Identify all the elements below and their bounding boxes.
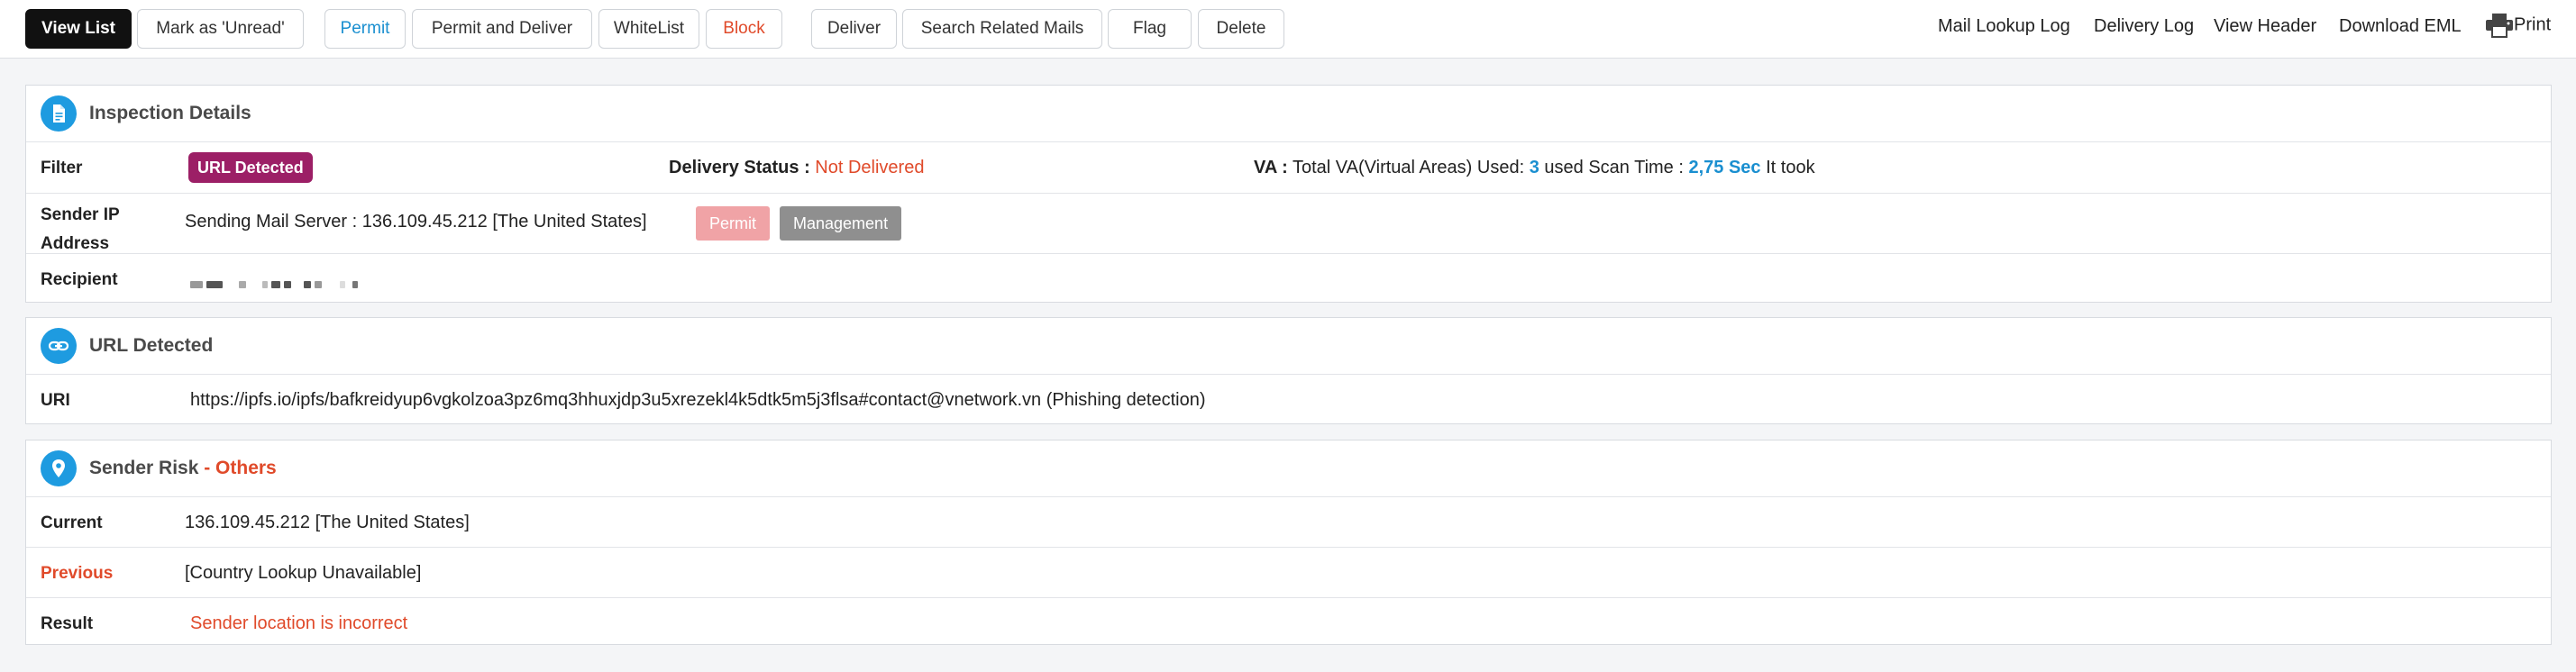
sending-mail-server: Sending Mail Server : 136.109.45.212 [Th… — [185, 212, 647, 232]
document-icon — [41, 95, 77, 132]
print-link[interactable]: Print — [2485, 13, 2551, 38]
block-button[interactable]: Block — [706, 9, 782, 49]
current-value: 136.109.45.212 [The United States] — [185, 513, 470, 532]
uri-row: URI https://ipfs.io/ipfs/bafkreidyup6vgk… — [26, 375, 2551, 425]
permit-button[interactable]: Permit — [324, 9, 406, 49]
inspection-details-panel: Inspection Details Filter URL Detected D… — [25, 85, 2552, 303]
sender-risk-title-text: Sender Risk — [89, 458, 199, 478]
delivery-status-value: Not Delivered — [815, 158, 925, 177]
va-count: 3 — [1529, 158, 1539, 177]
uri-value: https://ipfs.io/ipfs/bafkreidyup6vgkolzo… — [190, 390, 1206, 410]
recipient-row: Recipient — [26, 254, 2551, 304]
deliver-button[interactable]: Deliver — [811, 9, 897, 49]
url-detected-badge: URL Detected — [188, 152, 313, 183]
sender-ip-label-line1: Sender IP — [41, 205, 120, 224]
current-row: Current 136.109.45.212 [The United State… — [26, 497, 2551, 548]
previous-value: [Country Lookup Unavailable] — [185, 563, 422, 583]
filter-row: Filter URL Detected Delivery Status : No… — [26, 142, 2551, 194]
sender-permit-button[interactable]: Permit — [696, 206, 771, 241]
delivery-status-label: Delivery Status : — [669, 158, 810, 177]
inspection-details-header: Inspection Details — [26, 86, 2551, 142]
sender-risk-title: Sender Risk - Others — [89, 458, 277, 479]
sender-risk-title-suffix: - Others — [198, 458, 277, 478]
sender-ip-label-line2: Address — [41, 234, 110, 253]
printer-icon — [2486, 14, 2513, 38]
toolbar: View List Mark as 'Unread' Permit Permit… — [0, 0, 2576, 59]
whitelist-button[interactable]: WhiteList — [598, 9, 699, 49]
sender-ip-row: Sender IP Address Sending Mail Server : 1… — [26, 194, 2551, 254]
sender-ip-label: Sender IP Address — [41, 201, 120, 259]
location-pin-icon — [41, 450, 77, 486]
va-text-3: It took — [1766, 158, 1815, 177]
link-icon — [41, 328, 77, 364]
delete-button[interactable]: Delete — [1198, 9, 1284, 49]
view-header-link[interactable]: View Header — [2214, 16, 2316, 37]
delivery-status: Delivery Status : Not Delivered — [669, 158, 924, 178]
inspection-details-title: Inspection Details — [89, 103, 251, 123]
result-label: Result — [41, 614, 94, 633]
sender-risk-panel: Sender Risk - Others Current 136.109.45.… — [25, 440, 2552, 645]
va-label: VA : — [1254, 158, 1288, 177]
permit-deliver-button[interactable]: Permit and Deliver — [412, 9, 592, 49]
result-value: Sender location is incorrect — [190, 613, 408, 633]
recipient-label: Recipient — [41, 270, 118, 289]
result-row: Result Sender location is incorrect — [26, 598, 2551, 647]
view-list-button[interactable]: View List — [25, 9, 132, 49]
mark-unread-button[interactable]: Mark as 'Unread' — [137, 9, 304, 49]
management-button[interactable]: Management — [780, 206, 902, 241]
url-detected-header: URL Detected — [26, 318, 2551, 375]
filter-label: Filter — [41, 159, 83, 177]
uri-label: URI — [41, 391, 70, 410]
current-label: Current — [41, 513, 103, 532]
mail-lookup-log-link[interactable]: Mail Lookup Log — [1938, 16, 2070, 37]
delivery-log-link[interactable]: Delivery Log — [2094, 16, 2194, 37]
search-related-mails-button[interactable]: Search Related Mails — [902, 9, 1102, 49]
download-eml-link[interactable]: Download EML — [2339, 16, 2462, 37]
va-text-2: used Scan Time : — [1544, 158, 1684, 177]
va-text-1: Total VA(Virtual Areas) Used: — [1292, 158, 1525, 177]
va-summary: VA : Total VA(Virtual Areas) Used: 3 use… — [1254, 158, 1815, 178]
flag-button[interactable]: Flag — [1108, 9, 1192, 49]
previous-row: Previous [Country Lookup Unavailable] — [26, 548, 2551, 598]
sender-risk-header: Sender Risk - Others — [26, 440, 2551, 497]
url-detected-title: URL Detected — [89, 335, 214, 356]
previous-label: Previous — [41, 564, 114, 583]
print-label: Print — [2514, 14, 2552, 35]
scan-time: 2,75 Sec — [1688, 158, 1761, 177]
url-detected-panel: URL Detected URI https://ipfs.io/ipfs/ba… — [25, 317, 2552, 424]
